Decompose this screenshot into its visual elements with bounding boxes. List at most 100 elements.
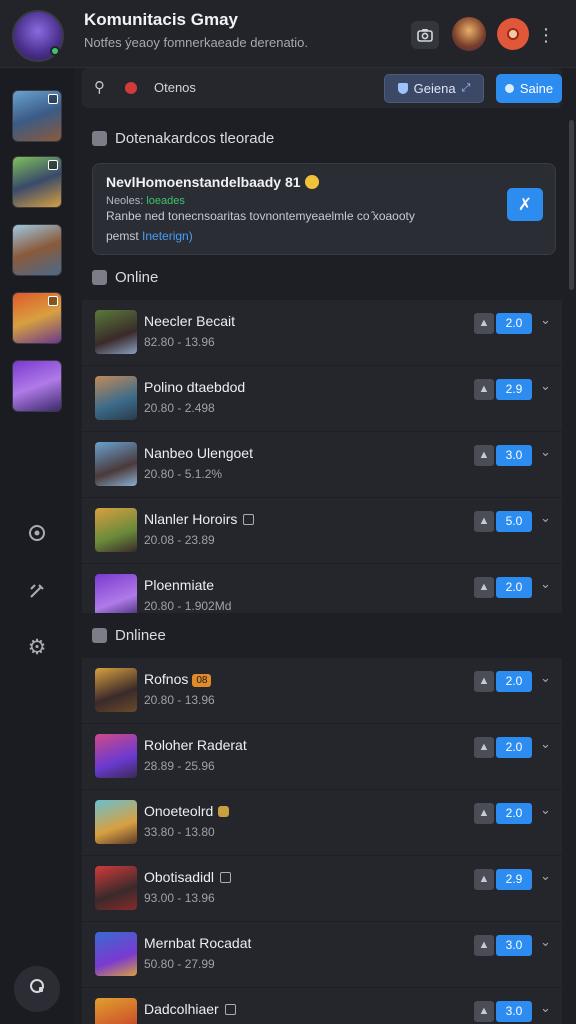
member-row[interactable]: Dadcolhiaer ▲ 3.0 ⌄ xyxy=(82,988,562,1024)
profile-button[interactable]: ▲ xyxy=(474,577,494,598)
value-badge[interactable]: 3.0 xyxy=(496,445,532,466)
value-badge[interactable]: 5.0 xyxy=(496,511,532,532)
game-thumbnail xyxy=(95,800,137,844)
announcement-body: Ranbe ned tonecnsoaritas tovnontemyeaelm… xyxy=(106,209,415,223)
server-icon-4[interactable] xyxy=(12,292,62,344)
announcement-footer-prefix: pemst xyxy=(106,229,139,243)
profile-button[interactable]: ▲ xyxy=(474,869,494,890)
announcement-status-value: loeades xyxy=(146,195,185,207)
member-name: Nlanler Horoirs xyxy=(144,511,255,527)
server-sidebar: ⚙ xyxy=(0,68,74,1024)
member-row[interactable]: Obotisadidl 93.00 - 13.96 ▲ 2.9 ⌄ xyxy=(82,856,562,922)
value-badge[interactable]: 3.0 xyxy=(496,935,532,956)
chevron-down-icon[interactable]: ⌄ xyxy=(540,1000,551,1016)
chevron-down-icon[interactable]: ⌄ xyxy=(540,670,551,686)
profile-button[interactable]: ▲ xyxy=(474,1001,494,1022)
value-badge[interactable]: 2.0 xyxy=(496,671,532,692)
member-row[interactable]: Mernbat Rocadat 50.80 - 27.99 ▲ 3.0 ⌄ xyxy=(82,922,562,988)
search-bar[interactable]: ⚲ Otenos Geiena ⤢ Saine xyxy=(82,68,562,108)
circle-icon xyxy=(504,84,514,93)
profile-button[interactable]: ▲ xyxy=(474,511,494,532)
member-row[interactable]: Rofnos 08 20.80 - 13.96 ▲ 2.0 ⌄ xyxy=(82,658,562,724)
member-row[interactable]: Nlanler Horoirs 20.08 - 23.89 ▲ 5.0 ⌄ xyxy=(82,498,562,564)
value-badge[interactable]: 2.9 xyxy=(496,869,532,890)
profile-button[interactable]: ▲ xyxy=(474,935,494,956)
member-meta: 33.80 - 13.80 xyxy=(144,825,215,839)
value-badge[interactable]: 2.9 xyxy=(496,379,532,400)
search-icon[interactable]: ⚲ xyxy=(94,78,105,96)
member-name-text: Mernbat Rocadat xyxy=(144,935,252,951)
camera-button[interactable] xyxy=(411,21,439,49)
server-icon-5[interactable] xyxy=(12,360,62,412)
community-avatar[interactable] xyxy=(12,10,64,62)
support-button[interactable] xyxy=(14,966,60,1012)
member-name-text: Nlanler Horoirs xyxy=(144,511,238,527)
server-icon-3[interactable] xyxy=(12,224,62,276)
profile-button[interactable]: ▲ xyxy=(474,313,494,334)
announcement-action-button[interactable]: ✗ xyxy=(507,188,543,221)
value-badge[interactable]: 3.0 xyxy=(496,1001,532,1022)
section-icon xyxy=(92,131,107,146)
server-tag-icon xyxy=(48,160,58,170)
member-row[interactable]: Polino dtaebdod 20.80 - 2.498 ▲ 2.9 ⌄ xyxy=(82,366,562,432)
community-title: Komunitacis Gmay xyxy=(84,10,238,29)
online-status-dot xyxy=(50,46,60,56)
server-icon-1[interactable] xyxy=(12,90,62,142)
value-badge[interactable]: 2.0 xyxy=(496,737,532,758)
member-meta: 20.80 - 2.498 xyxy=(144,401,215,415)
member-name: Ploenmiate xyxy=(144,577,214,593)
member-name-text: Polino dtaebdod xyxy=(144,379,246,395)
expand-icon: ⤢ xyxy=(461,82,471,94)
member-name-text: Ploenmiate xyxy=(144,577,215,593)
server-icon-2[interactable] xyxy=(12,156,62,208)
member-name-text: Rofnos xyxy=(144,671,189,687)
profile-button[interactable]: ▲ xyxy=(474,803,494,824)
chevron-down-icon[interactable]: ⌄ xyxy=(540,312,551,328)
chevron-down-icon[interactable]: ⌄ xyxy=(540,510,551,526)
value-badge[interactable]: 2.0 xyxy=(496,577,532,598)
server-tag-icon xyxy=(48,296,58,306)
filter-button[interactable]: Geiena ⤢ xyxy=(384,74,484,103)
member-row[interactable]: Roloher Raderat 28.89 - 25.96 ▲ 2.0 ⌄ xyxy=(82,724,562,790)
game-thumbnail xyxy=(95,734,137,778)
square-icon xyxy=(220,872,232,883)
tools-icon[interactable] xyxy=(25,581,49,605)
chat-bubble-icon[interactable] xyxy=(25,523,49,547)
value-badge[interactable]: 2.0 xyxy=(496,803,532,824)
member-row[interactable]: Ploenmiate 20.80 - 1.902Md ▲ 2.0 ⌄ xyxy=(82,564,562,613)
announcement-title: NevlHomoenstandelbaady 81 xyxy=(106,174,319,190)
member-name-text: Obotisadidl xyxy=(144,869,215,885)
notification-button[interactable] xyxy=(497,18,529,50)
announcement-footer: pemst Ineterign) xyxy=(106,229,193,243)
profile-button[interactable]: ▲ xyxy=(474,737,494,758)
profile-button[interactable]: ▲ xyxy=(474,445,494,466)
search-input[interactable]: Otenos xyxy=(154,80,196,95)
member-row[interactable]: Nanbeo Ulengoet 20.80 - 5.1.2% ▲ 3.0 ⌄ xyxy=(82,432,562,498)
announcement-card[interactable]: NevlHomoenstandelbaady 81 Neoles: loeade… xyxy=(92,163,556,255)
member-row[interactable]: Onoeteolrd 33.80 - 13.80 ▲ 2.0 ⌄ xyxy=(82,790,562,856)
second-section-label: Dnlinee xyxy=(115,627,166,644)
member-row[interactable]: Neecler Becait 82.80 - 13.96 ▲ 2.0 ⌄ xyxy=(82,300,562,366)
chevron-down-icon[interactable]: ⌄ xyxy=(540,576,551,592)
member-meta: 20.80 - 5.1.2% xyxy=(144,467,223,481)
profile-button[interactable]: ▲ xyxy=(474,671,494,692)
primary-action-button[interactable]: Saine xyxy=(496,74,562,103)
chevron-down-icon[interactable]: ⌄ xyxy=(540,868,551,884)
game-thumbnail xyxy=(95,866,137,910)
chevron-down-icon[interactable]: ⌄ xyxy=(540,802,551,818)
scrollbar[interactable] xyxy=(569,120,574,290)
user-avatar-button[interactable] xyxy=(452,17,486,51)
online-section-label: Online xyxy=(115,269,159,286)
more-options-button[interactable]: ⋮ xyxy=(534,21,558,49)
chevron-down-icon[interactable]: ⌄ xyxy=(540,736,551,752)
chevron-down-icon[interactable]: ⌄ xyxy=(540,934,551,950)
square-icon xyxy=(224,1004,236,1015)
gear-icon[interactable]: ⚙ xyxy=(25,636,49,660)
wrench-icon: ✗ xyxy=(517,195,533,214)
value-badge[interactable]: 2.0 xyxy=(496,313,532,334)
chevron-down-icon[interactable]: ⌄ xyxy=(540,444,551,460)
profile-button[interactable]: ▲ xyxy=(474,379,494,400)
chevron-down-icon[interactable]: ⌄ xyxy=(540,378,551,394)
announcement-link[interactable]: Ineterign) xyxy=(142,229,193,243)
primary-action-label: Saine xyxy=(519,81,554,96)
